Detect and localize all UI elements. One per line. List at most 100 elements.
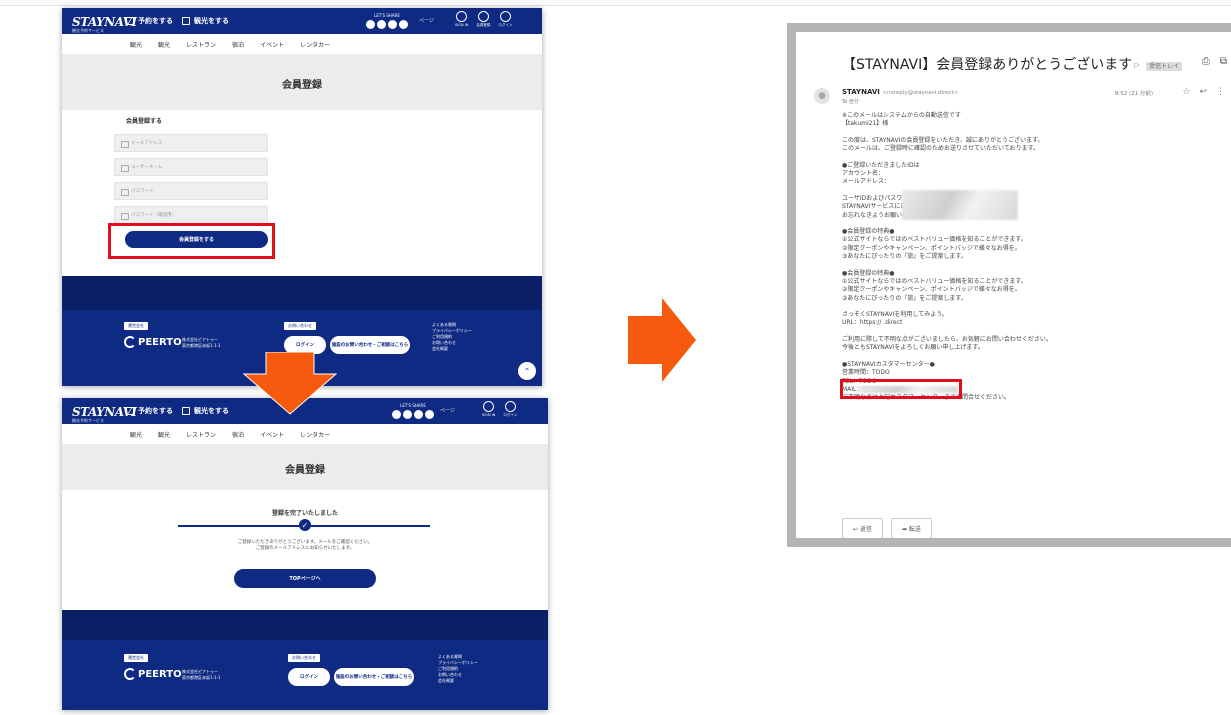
social-links: LET'S SHARE bbox=[366, 13, 408, 29]
footer-login-button[interactable]: ログイン bbox=[288, 668, 330, 686]
signin-icon[interactable]: SIGN IN bbox=[455, 11, 468, 28]
footer-link[interactable]: 会社概要 bbox=[438, 678, 478, 684]
peerto-ring-icon bbox=[124, 668, 136, 680]
scroll-top-icon[interactable]: ⌃ bbox=[518, 362, 536, 380]
calendar-icon bbox=[126, 17, 134, 25]
highlight-box bbox=[840, 379, 962, 399]
nav-review[interactable]: 観光をする bbox=[182, 16, 229, 26]
email-actions: ☆ ↩ ⋮ bbox=[1182, 87, 1225, 97]
completion-note: ご登録いただきありがとうございます。メールをご確認ください。 ご登録のメールアドレ… bbox=[237, 540, 373, 551]
email-buttons: ↩ 返信 ➡ 転送 bbox=[842, 518, 932, 538]
nav-review[interactable]: 観光をする bbox=[182, 406, 229, 416]
reply-button[interactable]: ↩ 返信 bbox=[842, 518, 883, 538]
language-selector[interactable]: ページ bbox=[440, 407, 455, 414]
username-field[interactable]: ユーザーネーム bbox=[114, 158, 268, 176]
screenshot-registration-complete: STAYNAVI 観光予約サービス 予約をする 観光をする LET'S SHARE… bbox=[62, 398, 548, 710]
twitter-icon[interactable] bbox=[366, 20, 375, 29]
email-recipient[interactable]: To 自分 bbox=[842, 98, 859, 105]
footer-contact-button[interactable]: 施設のお問い合わせ・ご相談はこちら bbox=[330, 336, 410, 354]
header-icons: SIGN IN ログイン bbox=[482, 401, 517, 418]
site-footer: 運営会社 PEERTO 株式会社ピアトゥー 東京都港区赤坂1-1-1 お問い合わせ… bbox=[62, 640, 548, 710]
language-selector[interactable]: ページ bbox=[419, 17, 434, 24]
footer-contact-button[interactable]: 施設のお問い合わせ・ご相談はこちら bbox=[334, 668, 414, 686]
instagram-icon[interactable] bbox=[414, 410, 423, 419]
reply-icon[interactable]: ↩ bbox=[1199, 87, 1207, 97]
registration-url-link[interactable]: URL：https:// .direct bbox=[842, 319, 902, 326]
password-confirm-field[interactable]: パスワード（確認用） bbox=[114, 206, 268, 224]
site-header: STAYNAVI 観光予約サービス 予約をする 観光をする LET'S SHARE… bbox=[62, 8, 542, 34]
forward-button[interactable]: ➡ 転送 bbox=[890, 518, 932, 538]
highlight-box bbox=[108, 223, 275, 259]
arrow-right-icon bbox=[628, 298, 696, 382]
footer-corp-info: 株式会社ピアトゥー 東京都港区赤坂1-1-1 bbox=[182, 337, 221, 348]
subnav-item[interactable]: 観光 bbox=[130, 430, 142, 439]
page-top-border bbox=[0, 0, 1231, 6]
site-logo[interactable]: STAYNAVI 観光予約サービス bbox=[72, 11, 137, 33]
peerto-ring-icon bbox=[124, 336, 136, 348]
building-icon bbox=[182, 407, 190, 415]
site-logo[interactable]: STAYNAVI 観光予約サービス bbox=[72, 401, 137, 423]
email-tools: ⎙ ⧉ bbox=[1202, 56, 1227, 67]
email-field[interactable]: メールアドレス bbox=[114, 134, 268, 152]
arrow-down-icon bbox=[242, 352, 338, 415]
facebook-icon[interactable] bbox=[377, 20, 386, 29]
line-icon[interactable] bbox=[399, 20, 408, 29]
subnav-item[interactable]: レンタカー bbox=[300, 40, 330, 49]
inbox-tag[interactable]: 受信トレイ bbox=[1146, 61, 1183, 71]
subnav-item[interactable]: 観光 bbox=[158, 430, 170, 439]
footer-company-tag: 運営会社 bbox=[124, 322, 148, 330]
subnav-item[interactable]: レストラン bbox=[186, 430, 216, 439]
page-title-bar: 会員登録 bbox=[62, 444, 548, 490]
peerto-logo[interactable]: PEERTO bbox=[124, 668, 182, 680]
subnav-item[interactable]: イベント bbox=[260, 40, 284, 49]
redacted-account-info bbox=[902, 190, 1018, 220]
peerto-logo[interactable]: PEERTO bbox=[124, 336, 182, 348]
instagram-icon[interactable] bbox=[388, 20, 397, 29]
register-icon[interactable]: 会員登録 bbox=[476, 11, 490, 28]
page-title: 会員登録 bbox=[282, 80, 322, 91]
login-icon[interactable]: ログイン bbox=[503, 401, 517, 418]
building-icon bbox=[182, 17, 190, 25]
screenshot-confirmation-email: 【STAYNAVI】会員登録ありがとうございます ▷ 受信トレイ ⎙ ⧉ ● ST… bbox=[787, 23, 1231, 547]
email-subject: 【STAYNAVI】会員登録ありがとうございます ▷ 受信トレイ bbox=[842, 54, 1183, 74]
subnav-item[interactable]: レストラン bbox=[186, 40, 216, 49]
password-field[interactable]: パスワード bbox=[114, 182, 268, 200]
subnav-item[interactable]: 宿泊 bbox=[232, 40, 244, 49]
sub-navigation: 観光 観光 レストラン 宿泊 イベント レンタカー bbox=[62, 34, 542, 54]
social-links: LET'S SHARE bbox=[392, 403, 434, 419]
subnav-item[interactable]: イベント bbox=[260, 430, 284, 439]
page-title-bar: 会員登録 bbox=[62, 54, 542, 110]
email-sender[interactable]: STAYNAVI <noreply@staynavi.direct> bbox=[842, 88, 958, 96]
footer-link[interactable]: 会社概要 bbox=[432, 346, 472, 352]
line-icon[interactable] bbox=[425, 410, 434, 419]
screenshot-registration-form: STAYNAVI 観光予約サービス 予約をする 観光をする LET'S SHARE… bbox=[62, 8, 542, 386]
completion-message: 登録を完了いたしました bbox=[271, 510, 338, 517]
calendar-icon bbox=[126, 407, 134, 415]
footer-band bbox=[62, 610, 548, 640]
nav-reserve[interactable]: 予約をする bbox=[126, 16, 173, 26]
subnav-item[interactable]: レンタカー bbox=[300, 430, 330, 439]
twitter-icon[interactable] bbox=[392, 410, 401, 419]
nav-reserve[interactable]: 予約をする bbox=[126, 406, 173, 416]
open-new-window-icon[interactable]: ⧉ bbox=[1220, 56, 1227, 67]
footer-corp-info: 株式会社ピアトゥー 東京都港区赤坂1-1-1 bbox=[182, 669, 221, 680]
subnav-item[interactable]: 宿泊 bbox=[232, 430, 244, 439]
facebook-icon[interactable] bbox=[403, 410, 412, 419]
subnav-item[interactable]: 観光 bbox=[158, 40, 170, 49]
sub-navigation: 観光 観光 レストラン 宿泊 イベント レンタカー bbox=[62, 424, 548, 444]
login-icon[interactable]: ログイン bbox=[498, 11, 512, 28]
footer-links: よくある質問 プライバシーポリシー ご利用規約 お問い合わせ 会社概要 bbox=[438, 654, 478, 684]
page-title: 会員登録 bbox=[285, 465, 325, 476]
email-view: 【STAYNAVI】会員登録ありがとうございます ▷ 受信トレイ ⎙ ⧉ ● ST… bbox=[796, 32, 1231, 538]
form-heading: 会員登録する bbox=[126, 118, 163, 125]
signin-icon[interactable]: SIGN IN bbox=[482, 401, 495, 418]
top-page-button[interactable]: TOPページへ bbox=[234, 569, 376, 588]
check-icon: ✓ bbox=[299, 519, 311, 531]
star-icon[interactable]: ☆ bbox=[1182, 87, 1190, 97]
more-icon[interactable]: ⋮ bbox=[1216, 87, 1225, 97]
sender-avatar: ● bbox=[814, 88, 830, 104]
footer-contact-tag: お問い合わせ bbox=[288, 654, 320, 662]
print-icon[interactable]: ⎙ bbox=[1202, 56, 1210, 67]
footer-links: よくある質問 プライバシーポリシー ご利用規約 お問い合わせ 会社概要 bbox=[432, 322, 472, 352]
subnav-item[interactable]: 観光 bbox=[130, 40, 142, 49]
